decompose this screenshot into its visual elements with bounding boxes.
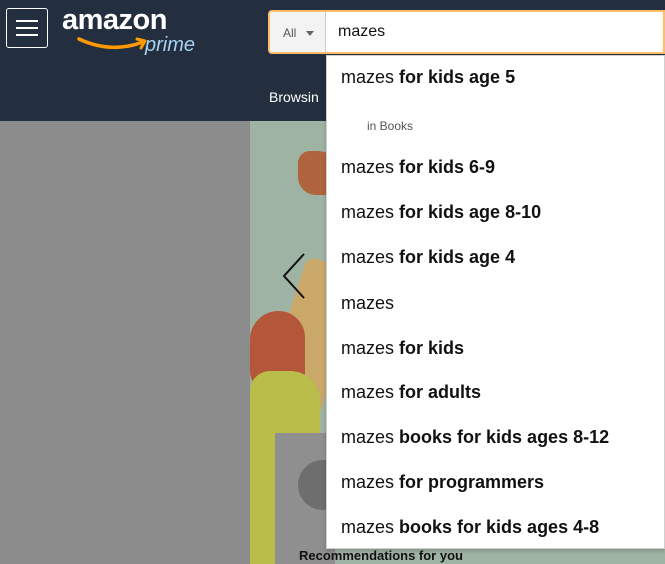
search-suggestions-dropdown: mazes for kids age 5 in Books mazes for … [326,55,665,549]
smile-icon [77,37,147,50]
suggestion-item[interactable]: mazes for programmers [341,472,544,493]
chevron-down-icon [306,31,314,36]
logo-word: amazon [62,4,167,36]
logo-prime: prime [145,34,196,56]
suggestion-category-in-books[interactable]: in Books [367,119,413,133]
search-input[interactable] [328,12,658,52]
carousel-prev-arrow-icon[interactable] [280,250,310,302]
suggestion-item[interactable]: mazes for kids age 5 [341,67,515,88]
suggestion-item[interactable]: mazes for kids age 8-10 [341,202,541,223]
amazon-prime-logo[interactable]: amazon prime [62,4,212,60]
browsing-history-link[interactable]: Browsin [269,89,319,105]
suggestion-item[interactable]: mazes books for kids ages 8-12 [341,427,609,448]
hamburger-menu-icon[interactable] [6,8,48,48]
department-select[interactable]: All [270,12,326,52]
suggestion-item[interactable]: mazes [341,293,394,314]
recommendations-label: Recommendations for you [299,548,463,563]
suggestion-item[interactable]: mazes for kids [341,338,464,359]
suggestion-item[interactable]: mazes for kids 6-9 [341,157,495,178]
suggestion-item[interactable]: mazes for kids age 4 [341,247,515,268]
search-bar: All [268,10,665,54]
suggestion-item[interactable]: mazes books for kids ages 4-8 [341,517,599,538]
suggestion-item[interactable]: mazes for adults [341,382,481,403]
left-background-panel [0,121,250,564]
department-label: All [283,26,297,40]
